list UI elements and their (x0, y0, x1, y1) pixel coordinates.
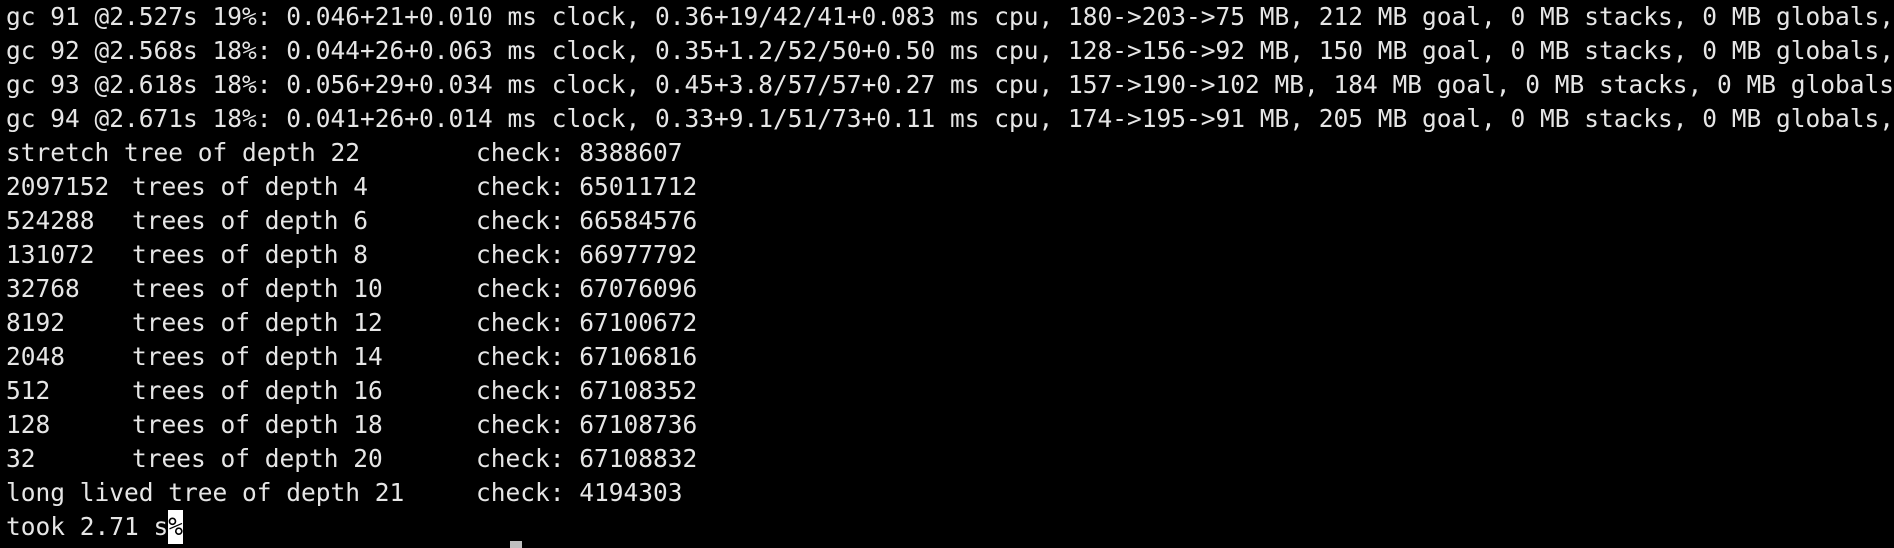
tree-label: trees of depth 6 (132, 206, 369, 235)
tree-label: trees of depth 10 (132, 274, 383, 303)
tree-check: check: 66977792 (476, 240, 698, 269)
tree-label: trees of depth 16 (132, 376, 383, 405)
tree-label: trees of depth 20 (132, 444, 383, 473)
tree-count: 32768 (6, 274, 80, 303)
table-row: 524288 trees of depth 6 check: 66584576 (6, 204, 1894, 238)
tree-count: 512 (6, 376, 51, 405)
table-row: 32 trees of depth 20 check: 67108832 (6, 442, 1894, 476)
tree-check: check: 66584576 (476, 206, 698, 235)
table-row: 131072 trees of depth 8 check: 66977792 (6, 238, 1894, 272)
tree-count: 8192 (6, 308, 66, 337)
tree-label: trees of depth 4 (132, 172, 369, 201)
terminal-output[interactable]: gc 91 @2.527s 19%: 0.046+21+0.010 ms clo… (0, 0, 1894, 548)
tree-check: check: 67108832 (476, 444, 698, 473)
tree-check: check: 67106816 (476, 342, 698, 371)
tree-check: check: 67100672 (476, 308, 698, 337)
long-lived-tree-check: check: 4194303 (476, 478, 683, 507)
table-row: 32768 trees of depth 10 check: 67076096 (6, 272, 1894, 306)
tree-label: trees of depth 8 (132, 240, 369, 269)
table-row: 2048 trees of depth 14 check: 67106816 (6, 340, 1894, 374)
tree-count: 131072 (6, 240, 95, 269)
tree-check: check: 67108736 (476, 410, 698, 439)
tree-count: 2097152 (6, 172, 110, 201)
stretch-tree-row: stretch tree of depth 22 check: 8388607 (6, 136, 1894, 170)
long-lived-tree-label: long lived tree of depth 21 (6, 478, 405, 507)
gc-line-92: gc 92 @2.568s 18%: 0.044+26+0.063 ms clo… (6, 36, 1894, 65)
stretch-tree-check: check: 8388607 (476, 138, 683, 167)
table-row: 128 trees of depth 18 check: 67108736 (6, 408, 1894, 442)
stretch-tree-label: stretch tree of depth 22 (6, 138, 361, 167)
took-text: took 2.71 s (6, 512, 169, 541)
table-row: 512 trees of depth 16 check: 67108352 (6, 374, 1894, 408)
scroll-indicator (510, 541, 522, 548)
took-line[interactable]: took 2.71 s% (6, 510, 1894, 544)
tree-count: 524288 (6, 206, 95, 235)
tree-check: check: 67076096 (476, 274, 698, 303)
tree-label: trees of depth 18 (132, 410, 383, 439)
gc-line-94: gc 94 @2.671s 18%: 0.041+26+0.014 ms clo… (6, 104, 1894, 133)
table-row: 8192 trees of depth 12 check: 67100672 (6, 306, 1894, 340)
tree-count: 2048 (6, 342, 66, 371)
tree-label: trees of depth 14 (132, 342, 383, 371)
gc-line-91: gc 91 @2.527s 19%: 0.046+21+0.010 ms clo… (6, 2, 1894, 31)
cursor-block: % (168, 510, 184, 544)
tree-check: check: 67108352 (476, 376, 698, 405)
tree-check: check: 65011712 (476, 172, 698, 201)
tree-count: 128 (6, 410, 51, 439)
table-row: 2097152 trees of depth 4 check: 65011712 (6, 170, 1894, 204)
tree-count: 32 (6, 444, 36, 473)
tree-label: trees of depth 12 (132, 308, 383, 337)
gc-line-93: gc 93 @2.618s 18%: 0.056+29+0.034 ms clo… (6, 70, 1894, 99)
long-lived-tree-row: long lived tree of depth 21 check: 41943… (6, 476, 1894, 510)
